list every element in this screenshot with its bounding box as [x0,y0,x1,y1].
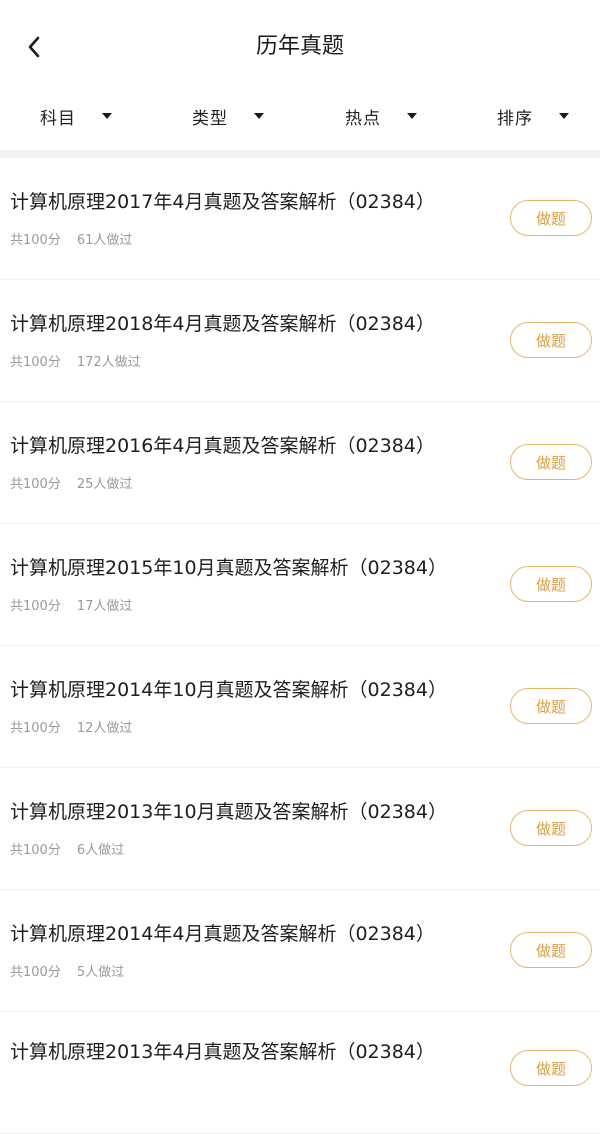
list-item[interactable]: 计算机原理2014年4月真题及答案解析（02384） 共100分 5人做过 做题 [0,890,600,1012]
item-count: 25人做过 [76,477,133,492]
item-title: 计算机原理2014年4月真题及答案解析（02384） [10,923,435,945]
filter-bar: 科目 类型 热点 排序 [0,92,600,140]
caret-down-icon [102,113,112,119]
list-item[interactable]: 计算机原理2013年10月真题及答案解析（02384） 共100分 6人做过 做题 [0,768,600,890]
page-title: 历年真题 [255,34,344,59]
list-item[interactable]: 计算机原理2018年4月真题及答案解析（02384） 共100分 172人做过 做… [0,280,600,402]
filter-hotspot[interactable]: 热点 [345,92,417,140]
filter-type[interactable]: 类型 [192,92,264,140]
item-meta: 共100分 12人做过 [10,720,132,738]
item-title: 计算机原理2015年10月真题及答案解析（02384） [10,557,447,579]
do-exam-button[interactable]: 做题 [510,810,592,846]
item-count: 172人做过 [76,355,141,370]
do-exam-button[interactable]: 做题 [510,932,592,968]
item-count: 61人做过 [76,233,133,248]
item-score: 共100分 [10,233,61,248]
item-count: 12人做过 [76,721,133,736]
item-score: 共100分 [10,477,61,492]
item-score: 共100分 [10,721,61,736]
filter-label: 类型 [192,108,228,129]
item-score: 共100分 [10,355,61,370]
list-item[interactable]: 计算机原理2017年4月真题及答案解析（02384） 共100分 61人做过 做题 [0,158,600,280]
item-title: 计算机原理2016年4月真题及答案解析（02384） [10,435,435,457]
item-meta: 共100分 6人做过 [10,842,124,860]
item-count: 17人做过 [76,599,133,614]
filter-label: 热点 [345,108,381,129]
section-divider [0,150,600,158]
list-item[interactable]: 计算机原理2016年4月真题及答案解析（02384） 共100分 25人做过 做题 [0,402,600,524]
item-meta: 共100分 17人做过 [10,598,132,616]
item-meta: 共100分 5人做过 [10,964,124,982]
item-meta: 共100分 172人做过 [10,354,141,372]
item-title: 计算机原理2017年4月真题及答案解析（02384） [10,191,435,213]
caret-down-icon [407,113,417,119]
item-count: 5人做过 [76,965,125,980]
do-exam-button[interactable]: 做题 [510,444,592,480]
do-exam-button[interactable]: 做题 [510,1050,592,1086]
item-count: 6人做过 [76,843,125,858]
item-meta: 共100分 25人做过 [10,476,132,494]
caret-down-icon [559,113,569,119]
item-score: 共100分 [10,599,61,614]
item-score: 共100分 [10,965,61,980]
do-exam-button[interactable]: 做题 [510,688,592,724]
do-exam-button[interactable]: 做题 [510,200,592,236]
filter-subject[interactable]: 科目 [40,92,112,140]
item-score: 共100分 [10,843,61,858]
item-title: 计算机原理2014年10月真题及答案解析（02384） [10,679,447,701]
filter-label: 排序 [497,108,533,129]
item-meta: 共100分 61人做过 [10,232,132,250]
list-item[interactable]: 计算机原理2013年4月真题及答案解析（02384） 做题 [0,1012,600,1134]
do-exam-button[interactable]: 做题 [510,566,592,602]
item-title: 计算机原理2013年10月真题及答案解析（02384） [10,801,447,823]
caret-down-icon [254,113,264,119]
exam-list: 计算机原理2017年4月真题及答案解析（02384） 共100分 61人做过 做题… [0,158,600,1134]
do-exam-button[interactable]: 做题 [510,322,592,358]
app-header: 历年真题 [0,0,600,92]
item-title: 计算机原理2018年4月真题及答案解析（02384） [10,313,435,335]
list-item[interactable]: 计算机原理2015年10月真题及答案解析（02384） 共100分 17人做过 做… [0,524,600,646]
filter-sort[interactable]: 排序 [497,92,569,140]
list-item[interactable]: 计算机原理2014年10月真题及答案解析（02384） 共100分 12人做过 做… [0,646,600,768]
filter-label: 科目 [40,108,76,129]
item-title: 计算机原理2013年4月真题及答案解析（02384） [10,1041,435,1063]
